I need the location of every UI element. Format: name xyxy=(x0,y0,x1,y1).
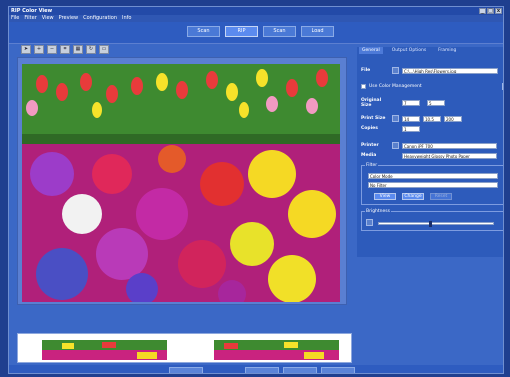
thumbnail-1[interactable] xyxy=(42,340,167,360)
filmstrip[interactable] xyxy=(17,333,352,363)
brightness-reset-icon[interactable] xyxy=(366,219,373,226)
print-size-label: Print Size xyxy=(361,116,386,121)
thumbnail-1-image xyxy=(42,340,167,360)
copies-label: Copies xyxy=(361,126,378,131)
menu-file[interactable]: File xyxy=(11,15,19,22)
menu-view[interactable]: View xyxy=(42,15,54,22)
menu-configuration[interactable]: Configuration xyxy=(83,15,117,22)
filter-type-select[interactable]: No Filter xyxy=(368,182,498,188)
bottom-button-1[interactable] xyxy=(169,367,203,373)
menu-preview[interactable]: Preview xyxy=(59,15,78,22)
folder-icon[interactable] xyxy=(392,67,399,74)
title-bar: RIP Color View _ □ x xyxy=(9,7,503,15)
window-title: RIP Color View xyxy=(11,8,53,14)
fit-icon[interactable]: ▭ xyxy=(99,45,109,54)
brightness-group: Brightness xyxy=(361,209,503,231)
media-label: Media xyxy=(361,153,377,158)
flower-photo-image xyxy=(22,64,340,302)
app-window: RIP Color View _ □ x File Filter View Pr… xyxy=(8,6,504,374)
mode-button-scan-2[interactable]: Scan xyxy=(263,26,296,37)
preview-photo xyxy=(22,64,340,302)
brightness-slider[interactable] xyxy=(378,221,494,227)
mode-button-rip[interactable]: RIP xyxy=(225,26,258,37)
bottom-button-2[interactable] xyxy=(245,367,279,373)
close-button[interactable]: x xyxy=(495,8,502,14)
brightness-slider-handle[interactable] xyxy=(429,221,432,227)
filter-mode-select[interactable]: Color Mode xyxy=(368,173,498,179)
printer-label: Printer xyxy=(361,143,379,148)
printer-select[interactable]: Canon iPF 700 xyxy=(402,142,497,149)
grid-icon[interactable]: ▦ xyxy=(73,45,83,54)
crop-icon[interactable]: ⌗ xyxy=(60,45,70,54)
settings-panel: General Output Options Framing File C:\.… xyxy=(357,47,503,257)
mode-button-scan[interactable]: Scan xyxy=(187,26,220,37)
original-width-field[interactable]: 7 xyxy=(402,99,420,106)
bottom-button-3[interactable] xyxy=(283,367,317,373)
file-label: File xyxy=(361,68,371,73)
menu-filter[interactable]: Filter xyxy=(24,15,36,22)
mode-button-load[interactable]: Load xyxy=(301,26,334,37)
print-height-field[interactable]: 10.5 xyxy=(423,115,441,122)
settings-icon[interactable] xyxy=(502,83,503,90)
zoom-in-icon[interactable]: + xyxy=(34,45,44,54)
image-toolbar: ➤ + − ⌗ ▦ ↻ ▭ xyxy=(21,45,109,54)
media-select[interactable]: Heavyweight Glossy Photo Paper xyxy=(402,152,497,159)
zoom-out-icon[interactable]: − xyxy=(47,45,57,54)
print-dpi-field[interactable]: 200 xyxy=(444,115,462,122)
filter-change-button[interactable]: Change xyxy=(402,193,424,200)
bottom-button-4[interactable] xyxy=(321,367,355,373)
color-management-checkbox[interactable] xyxy=(361,84,366,89)
filter-reset-button[interactable]: Reset xyxy=(430,193,452,200)
copies-field[interactable]: 1 xyxy=(402,125,420,132)
filter-title: Filter xyxy=(365,163,379,168)
maximize-button[interactable]: □ xyxy=(487,8,494,14)
rotate-icon[interactable]: ↻ xyxy=(86,45,96,54)
tab-output-options[interactable]: Output Options xyxy=(389,47,429,54)
mode-bar: Scan RIP Scan Load xyxy=(9,22,503,44)
minimize-button[interactable]: _ xyxy=(479,8,486,14)
file-path-field[interactable]: C:\...\High Res\Flowers.jpg xyxy=(402,67,498,74)
menu-info[interactable]: Info xyxy=(122,15,131,22)
filter-group: Filter Color Mode No Filter View Change … xyxy=(361,163,503,205)
lock-icon[interactable] xyxy=(392,115,399,122)
tab-framing[interactable]: Framing xyxy=(435,47,459,54)
color-management-label: Use Color Management xyxy=(369,84,422,89)
original-height-field[interactable]: 5 xyxy=(427,99,445,106)
print-width-field[interactable]: 14 xyxy=(402,115,420,122)
tab-general[interactable]: General xyxy=(359,47,383,54)
original-size-label: Original Size xyxy=(361,97,382,108)
pointer-icon[interactable]: ➤ xyxy=(21,45,31,54)
menu-bar: File Filter View Preview Configuration I… xyxy=(9,15,503,22)
filter-view-button[interactable]: View xyxy=(374,193,396,200)
bottom-bar xyxy=(9,365,503,373)
thumbnail-2[interactable] xyxy=(214,340,339,360)
printer-icon[interactable] xyxy=(392,142,399,149)
thumbnail-2-image xyxy=(214,340,339,360)
brightness-label: Brightness xyxy=(365,209,391,214)
